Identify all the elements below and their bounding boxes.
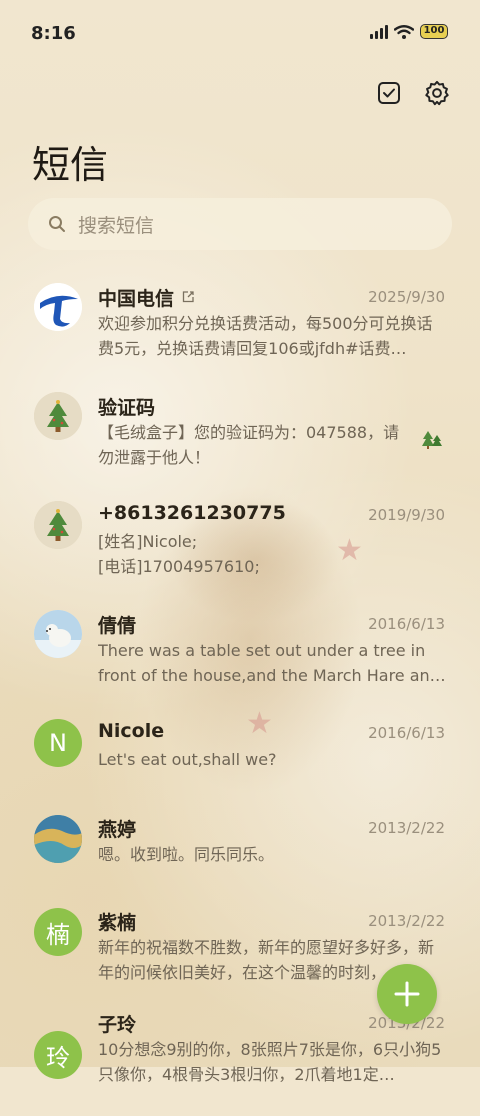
- tree-badge-icon: [422, 431, 442, 449]
- contact-name: 子玲: [98, 1014, 137, 1036]
- avatar: N: [34, 719, 82, 767]
- gear-icon[interactable]: [424, 80, 450, 106]
- message-preview: 10分想念9别的你，8张照片7张是你，6只小狗5只像你，4根骨头3根归你，2爪着…: [98, 1040, 442, 1084]
- china-telecom-logo-icon: [34, 283, 82, 331]
- status-time: 8:16: [31, 23, 76, 44]
- christmas-tree-icon: [34, 392, 82, 440]
- checkbox-icon[interactable]: [376, 80, 402, 106]
- contact-name: Nicole: [98, 720, 165, 742]
- plus-icon: [394, 981, 420, 1007]
- external-link-icon: [182, 291, 194, 303]
- search-bar[interactable]: 搜索短信: [28, 198, 452, 250]
- battery-icon: 100: [420, 24, 448, 39]
- avatar: 楠: [34, 908, 82, 956]
- avatar: [34, 610, 82, 658]
- conversation-item[interactable]: 验证码 【毛绒盒子】您的验证码为：047588，请勿泄露于他人！: [0, 379, 480, 488]
- conversation-item[interactable]: 倩倩 2016/6/13 There was a table set out u…: [0, 597, 480, 706]
- search-placeholder: 搜索短信: [78, 214, 155, 237]
- contact-name: 验证码: [98, 397, 156, 419]
- contact-name: 倩倩: [98, 615, 137, 637]
- message-preview: There was a table set out under a tree i…: [98, 641, 446, 685]
- contact-name: 燕婷: [98, 819, 137, 841]
- landscape-photo-icon: [34, 815, 82, 863]
- message-date: 2013/2/22: [368, 819, 445, 837]
- message-preview: 欢迎参加积分兑换话费活动，每500分可兑换话费5元，兑换话费请回复106或jfd…: [98, 314, 433, 358]
- page-title: 短信: [32, 143, 109, 187]
- wifi-icon: [394, 24, 414, 39]
- avatar: 玲: [34, 1031, 82, 1079]
- message-preview: Let's eat out,shall we?: [98, 750, 277, 769]
- avatar: [34, 501, 82, 549]
- message-preview: 【毛绒盒子】您的验证码为：047588，请勿泄露于他人！: [98, 423, 400, 467]
- status-bar: 8:16 100: [0, 0, 480, 66]
- header-actions: [376, 80, 450, 106]
- avatar: [34, 392, 82, 440]
- status-icons: 100: [370, 24, 448, 39]
- signal-icon: [370, 24, 388, 39]
- message-date: 2013/2/22: [368, 912, 445, 930]
- avatar: [34, 283, 82, 331]
- message-date: 2025/9/30: [368, 288, 445, 306]
- search-icon: [49, 216, 65, 232]
- new-message-button[interactable]: [377, 964, 437, 1024]
- conversation-item[interactable]: N Nicole 2016/6/13 Let's eat out,shall w…: [0, 706, 480, 815]
- avatar: [34, 815, 82, 863]
- message-date: 2019/9/30: [368, 506, 445, 524]
- message-date: 2016/6/13: [368, 724, 445, 742]
- christmas-tree-icon: [34, 501, 82, 549]
- polar-bear-photo-icon: [34, 610, 82, 658]
- conversation-item[interactable]: +8613261230775 2019/9/30 [姓名]Nicole; [电话…: [0, 488, 480, 597]
- contact-name: +8613261230775: [98, 502, 286, 524]
- message-preview: [姓名]Nicole; [电话]17004957610;: [98, 532, 260, 576]
- contact-name: 中国电信: [98, 284, 195, 311]
- message-preview: 嗯。收到啦。同乐同乐。: [98, 845, 275, 864]
- conversation-item[interactable]: 中国电信 2025/9/30 欢迎参加积分兑换话费活动，每500分可兑换话费5元…: [0, 270, 480, 379]
- conversation-item[interactable]: 燕婷 2013/2/22 嗯。收到啦。同乐同乐。: [0, 815, 480, 900]
- contact-name: 紫楠: [98, 912, 137, 934]
- message-date: 2016/6/13: [368, 615, 445, 633]
